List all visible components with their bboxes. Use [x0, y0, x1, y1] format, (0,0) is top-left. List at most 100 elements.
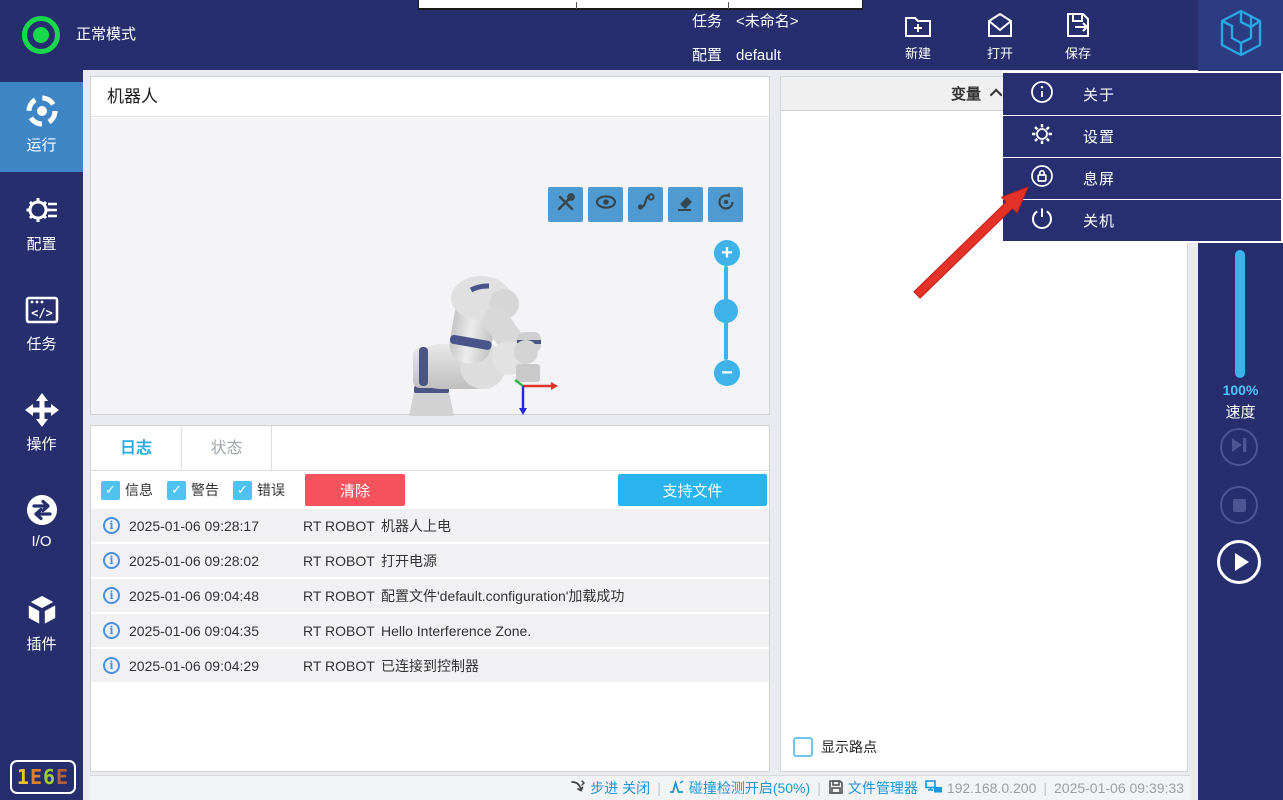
log-tab-bar: 日志 状态 [91, 426, 769, 471]
sidebar-item-label: 插件 [0, 633, 83, 654]
svg-text:</>: </> [31, 306, 53, 320]
left-nav-sidebar: 运行 配置 </> 任务 操作 I/O 插件 1E6E [0, 70, 83, 800]
task-value: <未命名> [736, 13, 799, 30]
new-file-icon [890, 9, 946, 41]
tools-icon [555, 192, 576, 218]
show-waypoints-checkbox[interactable] [793, 737, 813, 757]
filter-error-label: 错误 [257, 480, 285, 500]
menu-item-shutdown[interactable]: 关机 [1003, 199, 1281, 241]
skip-next-icon [1230, 437, 1248, 458]
log-source: RT ROBOT [303, 588, 381, 604]
open-task-button[interactable]: 打开 [972, 9, 1028, 62]
info-icon: i [103, 517, 120, 534]
app-logo-button[interactable] [1198, 0, 1283, 70]
log-panel: 日志 状态 ✓ 信息 ✓ 警告 ✓ 错误 清除 支持文件 i 2025-01-0… [90, 425, 770, 772]
collision-detection-toggle[interactable]: 碰撞检测开启(50%) [668, 778, 810, 798]
filter-warning-checkbox[interactable]: ✓ [167, 481, 186, 500]
step-next-button[interactable] [1220, 428, 1258, 466]
log-message: 机器人上电 [381, 516, 769, 536]
log-row: i 2025-01-06 09:28:17 RT ROBOT 机器人上电 [91, 509, 769, 542]
new-task-button[interactable]: 新建 [890, 9, 946, 62]
config-label: 配置 [692, 47, 722, 64]
log-row: i 2025-01-06 09:04:35 RT ROBOT Hello Int… [91, 614, 769, 647]
step-icon [570, 779, 590, 798]
sidebar-item-config[interactable]: 配置 [0, 181, 83, 271]
log-source: RT ROBOT [303, 623, 381, 639]
stop-button[interactable] [1220, 486, 1258, 524]
info-icon: i [103, 587, 120, 604]
file-manager-icon [828, 779, 848, 798]
save-task-button[interactable]: 保存 [1050, 9, 1106, 62]
zoom-slider-thumb[interactable] [714, 299, 738, 323]
robot-panel-title: 机器人 [91, 77, 769, 117]
sidebar-item-jog[interactable]: 操作 [0, 381, 83, 471]
log-time: 2025-01-06 09:04:35 [129, 623, 303, 639]
log-row: i 2025-01-06 09:28:02 RT ROBOT 打开电源 [91, 544, 769, 577]
menu-item-settings[interactable]: 设置 [1003, 115, 1281, 157]
log-row: i 2025-01-06 09:04:48 RT ROBOT 配置文件'defa… [91, 579, 769, 612]
save-icon [1050, 9, 1106, 41]
top-strip-tick [728, 2, 729, 9]
log-filter-bar: ✓ 信息 ✓ 警告 ✓ 错误 清除 支持文件 [91, 471, 769, 509]
sidebar-item-task[interactable]: </> 任务 [0, 281, 83, 371]
separator: | [817, 780, 821, 796]
device-code-badge[interactable]: 1E6E [10, 760, 76, 794]
menu-item-label: 息屏 [1083, 168, 1115, 189]
status-bar: 步进 关闭 | 碰撞检测开启(50%) | 文件管理器 192.168.0.20… [90, 775, 1190, 800]
cube-logo-icon [1217, 8, 1265, 63]
ip-label: 192.168.0.200 [947, 780, 1037, 796]
tab-status[interactable]: 状态 [182, 426, 272, 470]
log-source: RT ROBOT [303, 658, 381, 674]
lock-icon [1029, 163, 1055, 194]
step-mode-label: 步进 关闭 [590, 778, 650, 798]
mode-label: 正常模式 [76, 0, 136, 70]
sidebar-item-label: 运行 [0, 134, 83, 155]
badge-char: 1 [17, 765, 30, 789]
zoom-in-button[interactable]: + [714, 240, 740, 266]
datetime: 2025-01-06 09:39:33 [1054, 780, 1184, 796]
log-source: RT ROBOT [303, 553, 381, 569]
viewport-visibility-button[interactable] [588, 187, 623, 222]
info-icon: i [103, 622, 120, 639]
play-button[interactable] [1217, 540, 1261, 584]
log-source: RT ROBOT [303, 518, 381, 534]
new-task-label: 新建 [890, 43, 946, 62]
menu-item-screen-off[interactable]: 息屏 [1003, 157, 1281, 199]
speed-slider[interactable] [1235, 250, 1245, 378]
viewport-path-button[interactable] [628, 187, 663, 222]
menu-item-label: 关于 [1083, 84, 1115, 105]
sidebar-item-label: 任务 [0, 333, 83, 354]
viewport-reset-view-button[interactable] [708, 187, 743, 222]
filter-info-checkbox[interactable]: ✓ [101, 481, 120, 500]
menu-item-label: 设置 [1083, 126, 1115, 147]
robot-3d-model [401, 246, 571, 416]
task-icon: </> [0, 291, 83, 329]
badge-char: 6 [43, 765, 56, 789]
run-icon [0, 92, 83, 130]
file-manager-button[interactable]: 文件管理器 [828, 778, 918, 798]
viewport-tools-button[interactable] [548, 187, 583, 222]
network-icon [925, 779, 947, 798]
io-icon [0, 491, 83, 529]
sidebar-item-run[interactable]: 运行 [0, 82, 83, 172]
viewport-eraser-button[interactable] [668, 187, 703, 222]
step-mode-toggle[interactable]: 步进 关闭 [570, 778, 650, 798]
play-icon [1235, 553, 1249, 571]
path-icon [635, 191, 657, 218]
log-message: 已连接到控制器 [381, 656, 769, 676]
tab-log[interactable]: 日志 [91, 426, 182, 470]
robot-3d-panel: 机器人 [90, 76, 770, 415]
log-time: 2025-01-06 09:04:48 [129, 588, 303, 604]
clear-log-button[interactable]: 清除 [305, 474, 405, 506]
menu-item-about[interactable]: 关于 [1003, 73, 1281, 115]
reset-view-icon [715, 191, 737, 218]
badge-char: E [30, 765, 43, 789]
open-task-label: 打开 [972, 43, 1028, 62]
sidebar-item-plugin[interactable]: 插件 [0, 581, 83, 671]
gear-icon [1029, 121, 1055, 152]
robot-3d-viewport[interactable]: + − [91, 118, 769, 414]
sidebar-item-io[interactable]: I/O [0, 481, 83, 571]
filter-error-checkbox[interactable]: ✓ [233, 481, 252, 500]
support-file-button[interactable]: 支持文件 [618, 474, 767, 506]
zoom-out-button[interactable]: − [714, 360, 740, 386]
